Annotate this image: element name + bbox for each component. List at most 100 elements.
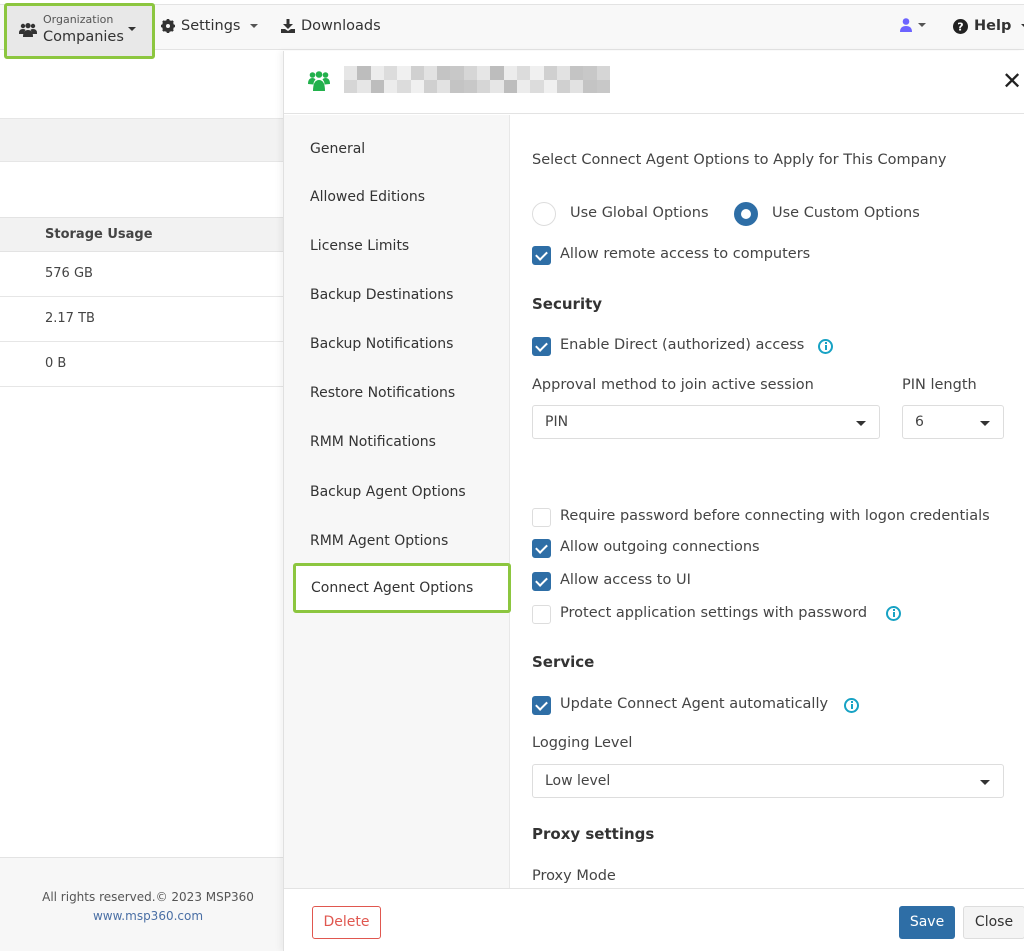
redacted-pixel [450, 79, 464, 93]
label-allow-access-ui: Allow access to UI [560, 572, 691, 588]
heading-service: Service [532, 653, 595, 671]
redacted-pixel [410, 66, 424, 80]
caret-down-icon [980, 780, 990, 785]
info-icon[interactable] [844, 698, 859, 713]
redacted-pixel [357, 79, 371, 93]
user-icon [900, 18, 912, 32]
radio-label-custom[interactable]: Use Custom Options [772, 205, 920, 221]
checkbox-auto-update[interactable] [532, 696, 551, 715]
redacted-pixel [596, 79, 610, 93]
label-auto-update: Update Connect Agent automatically [560, 696, 829, 712]
redacted-pixel [423, 79, 438, 93]
label-proxy-mode: Proxy Mode [532, 868, 616, 884]
nav-item-allowed-editions[interactable]: Allowed Editions [310, 189, 425, 205]
info-icon[interactable] [886, 606, 901, 621]
panel-header: ✕ [284, 51, 1024, 114]
redacted-pixel [543, 66, 557, 80]
nav-item-general[interactable]: General [310, 141, 365, 157]
help-label: Help [974, 18, 1012, 34]
table-row[interactable]: 576 GB [0, 252, 283, 297]
nav-item-backup-notifications[interactable]: Backup Notifications [310, 336, 453, 352]
nav-item-license-limits[interactable]: License Limits [310, 238, 409, 254]
save-button[interactable]: Save [899, 906, 955, 939]
company-settings-panel: ✕ General Allowed Editions License Limit… [283, 51, 1024, 951]
background-page: Storage Usage 576 GB 2.17 TB 0 B All rig… [0, 51, 283, 951]
logging-level-value: Low level [545, 773, 611, 789]
redacted-pixel [344, 79, 358, 93]
redacted-pixel [477, 66, 491, 80]
logging-level-select[interactable]: Low level [532, 764, 1004, 798]
redacted-pixel [543, 79, 557, 93]
org-label-small: Organization [43, 13, 114, 26]
question-circle-icon: ? [953, 18, 968, 34]
label-enable-direct-access: Enable Direct (authorized) access [560, 337, 805, 353]
checkbox-require-password[interactable] [532, 508, 551, 527]
pin-length-select[interactable]: 6 [902, 405, 1004, 439]
column-header-storage-usage[interactable]: Storage Usage [45, 227, 153, 242]
downloads-link[interactable]: Downloads [281, 18, 381, 34]
redacted-pixel [477, 79, 491, 93]
checkbox-allow-outgoing[interactable] [532, 539, 551, 558]
redacted-pixel [570, 66, 584, 80]
label-allow-remote-access: Allow remote access to computers [560, 246, 811, 262]
close-button[interactable]: Close [963, 906, 1024, 939]
storage-usage-cell: 2.17 TB [45, 311, 95, 326]
redacted-pixel [357, 66, 371, 80]
redacted-pixel [503, 66, 517, 80]
downloads-label: Downloads [301, 18, 381, 34]
panel-footer: Delete Save Close [284, 888, 1024, 951]
redacted-pixel [463, 79, 477, 93]
caret-down-icon [856, 421, 866, 426]
copyright-text: All rights reserved.© 2023 MSP360 [42, 890, 254, 904]
checkbox-enable-direct-access[interactable] [532, 337, 551, 356]
redacted-pixel [383, 79, 398, 93]
caret-down-icon [128, 27, 136, 31]
approval-method-select[interactable]: PIN [532, 405, 880, 439]
checkbox-allow-access-ui[interactable] [532, 572, 551, 591]
redacted-pixel [583, 79, 597, 93]
nav-item-label: Connect Agent Options [311, 580, 474, 596]
page-footer: All rights reserved.© 2023 MSP360 www.ms… [0, 857, 283, 951]
redacted-pixel [397, 66, 411, 80]
nav-item-rmm-agent-options[interactable]: RMM Agent Options [310, 533, 448, 549]
help-menu[interactable]: ? Help [953, 18, 1024, 34]
nav-item-backup-destinations[interactable]: Backup Destinations [310, 287, 453, 303]
gear-icon [161, 19, 175, 33]
redacted-pixel [490, 79, 504, 93]
redacted-pixel [370, 79, 384, 93]
table-row[interactable]: 0 B [0, 342, 283, 387]
company-name-redacted [344, 66, 610, 93]
redacted-pixel [570, 79, 584, 93]
checkbox-allow-remote-access[interactable] [532, 246, 551, 265]
label-approval-method: Approval method to join active session [532, 377, 814, 393]
table-header: Storage Usage [0, 217, 283, 252]
nav-item-backup-agent-options[interactable]: Backup Agent Options [310, 484, 466, 500]
approval-method-value: PIN [545, 414, 569, 430]
info-icon[interactable] [818, 339, 833, 354]
nav-item-connect-agent-options[interactable]: Connect Agent Options [293, 563, 511, 613]
settings-label: Settings [181, 18, 241, 34]
website-link[interactable]: www.msp360.com [0, 909, 296, 923]
radio-label-global[interactable]: Use Global Options [570, 205, 709, 221]
redacted-pixel [503, 79, 517, 93]
redacted-pixel [437, 66, 451, 80]
svg-text:?: ? [957, 20, 963, 33]
redacted-pixel [530, 66, 544, 80]
radio-use-custom-options[interactable] [734, 202, 758, 226]
nav-item-restore-notifications[interactable]: Restore Notifications [310, 385, 455, 401]
label-allow-outgoing: Allow outgoing connections [560, 539, 760, 555]
redacted-pixel [437, 79, 451, 93]
table-row[interactable]: 2.17 TB [0, 297, 283, 342]
redacted-pixel [383, 66, 398, 80]
delete-button[interactable]: Delete [312, 906, 381, 939]
redacted-pixel [530, 79, 544, 93]
checkbox-protect-settings[interactable] [532, 605, 551, 624]
user-menu[interactable] [900, 18, 926, 32]
storage-usage-cell: 576 GB [45, 266, 93, 281]
settings-menu[interactable]: Settings [161, 18, 259, 34]
close-icon[interactable]: ✕ [1002, 69, 1024, 93]
radio-use-global-options[interactable] [532, 202, 556, 226]
nav-item-rmm-notifications[interactable]: RMM Notifications [310, 434, 436, 450]
background-toolbar [0, 118, 283, 162]
redacted-pixel [463, 66, 477, 80]
